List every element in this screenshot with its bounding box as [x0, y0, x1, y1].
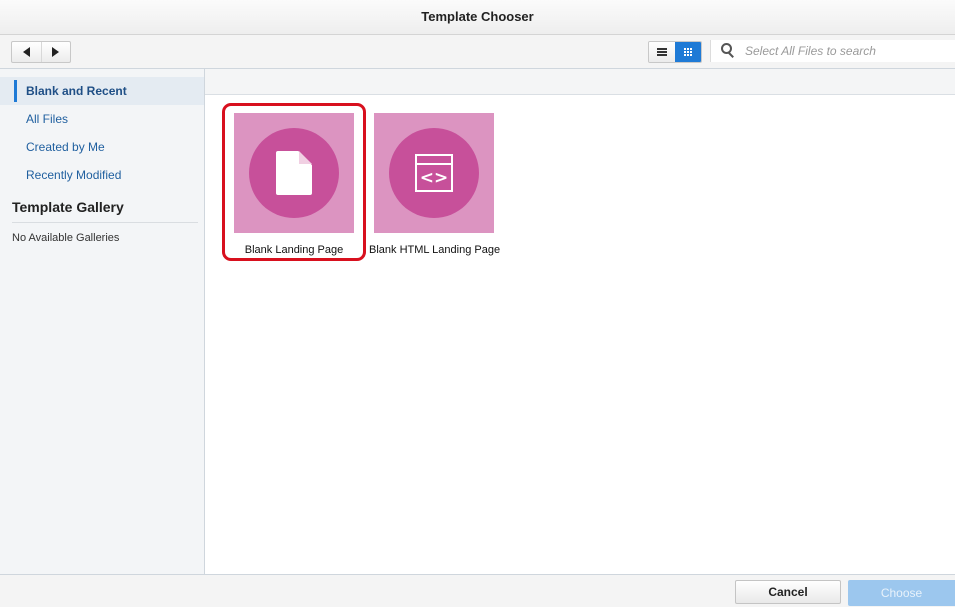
sidebar-item-recently-modified[interactable]: Recently Modified: [0, 161, 204, 189]
sidebar-item-blank-and-recent[interactable]: Blank and Recent: [0, 77, 204, 105]
document-icon: [276, 151, 312, 195]
triangle-right-icon: [52, 47, 60, 57]
template-label: Blank Landing Page: [244, 244, 344, 256]
template-icon-circle: [249, 128, 339, 218]
html-code-icon: <>: [415, 154, 453, 192]
view-toggle: [648, 41, 702, 63]
sidebar-item-all-files[interactable]: All Files: [0, 105, 204, 133]
template-tile-blank-html-landing-page[interactable]: <> Blank HTML Landing Page: [369, 113, 501, 256]
window-title: Template Chooser: [0, 0, 955, 35]
list-view-icon: [657, 48, 667, 56]
template-label: Blank HTML Landing Page: [369, 244, 501, 256]
sidebar: Blank and Recent All Files Created by Me…: [0, 69, 205, 574]
template-thumbnail: [234, 113, 354, 233]
history-nav: [11, 41, 71, 63]
template-icon-circle: <>: [389, 128, 479, 218]
grid-view-icon: [683, 47, 693, 57]
list-view-button[interactable]: [649, 42, 675, 62]
triangle-left-icon: [22, 47, 30, 57]
grid-view-button[interactable]: [675, 42, 701, 62]
cancel-button[interactable]: Cancel: [735, 580, 841, 604]
toolbar: [0, 35, 955, 69]
choose-button[interactable]: Choose: [848, 580, 955, 606]
template-grid-panel: Blank Landing Page <> Blank HTML Landing…: [205, 69, 955, 574]
search-box: [710, 40, 955, 62]
template-gallery-heading: Template Gallery: [12, 199, 198, 223]
content-header: [205, 69, 955, 95]
sidebar-item-created-by-me[interactable]: Created by Me: [0, 133, 204, 161]
no-galleries-text: No Available Galleries: [12, 232, 120, 244]
footer: Cancel Choose: [0, 574, 955, 607]
forward-button[interactable]: [40, 42, 71, 62]
template-tile-blank-landing-page[interactable]: Blank Landing Page: [229, 113, 359, 256]
search-input[interactable]: [743, 43, 947, 59]
back-button[interactable]: [12, 42, 41, 62]
search-icon[interactable]: [719, 42, 737, 60]
template-thumbnail: <>: [374, 113, 494, 233]
